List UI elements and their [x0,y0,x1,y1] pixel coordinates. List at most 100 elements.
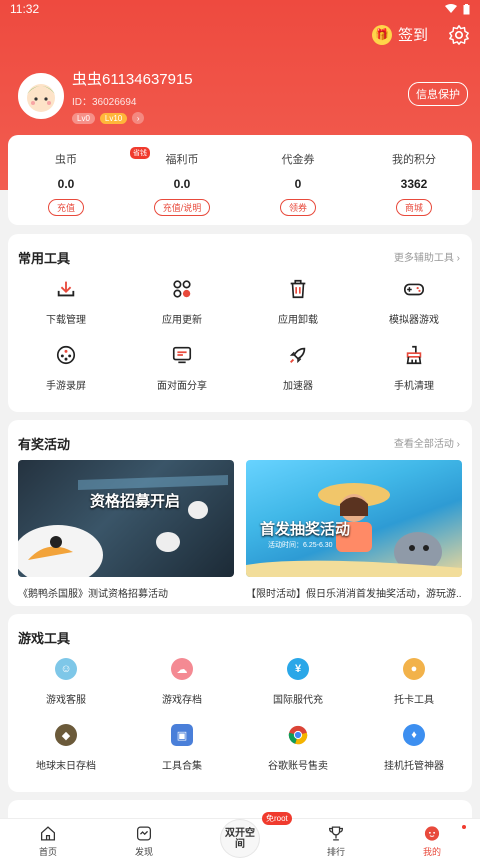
gametool-google-account[interactable]: 谷歌账号售卖 [240,724,356,772]
settings-icon[interactable] [448,24,470,46]
toca-icon: ● [403,658,425,680]
earth-game-icon: ◆ [55,724,77,746]
banner-text: 首发抽奖活动 [260,521,351,538]
user-name: 虫虫61134637915 [72,71,193,88]
gametool-auto-play[interactable]: ♦ 挂机托管神器 [356,724,472,772]
tool-accelerator[interactable]: 加速器 [240,344,356,392]
wallet-points[interactable]: 我的积分 3362 商城 [356,135,472,225]
chevron-right-icon[interactable]: › [132,112,145,124]
gametool-intl-recharge[interactable]: ¥ 国际服代充 [240,658,356,706]
gametool-earth-save[interactable]: ◆ 地球末日存档 [8,724,124,772]
dual-space-button: 双开空间 [220,819,260,858]
cloud-save-icon: ☁ [171,658,193,680]
wifi-icon [445,4,457,13]
common-tools-card: 常用工具 更多辅助工具 › 下载管理 应用更新 应用卸载 模拟器游戏 手游录屏 … [8,234,472,412]
rocket-icon [289,347,306,364]
battery-icon [463,3,470,14]
tool-label: 游戏存档 [162,695,202,706]
record-icon [56,345,76,365]
root-badge: 免root [262,812,292,825]
profile-block[interactable]: 虫虫61134637915 ID：36026694 Lv0 Lv10 › [18,68,193,124]
banner-caption[interactable]: 《鹅鸭杀国服》测试资格招募活动 [18,585,234,600]
wallet-label: 代金券 [281,154,315,166]
tool-label: 手游录屏 [46,381,86,392]
tool-label: 应用更新 [162,315,202,326]
tool-label: 模拟器游戏 [389,315,439,326]
trophy-icon [328,826,344,841]
tool-screen-record[interactable]: 手游录屏 [8,344,124,392]
tab-label: 发现 [134,847,153,857]
info-protect-button[interactable]: 信息保护 [408,82,468,106]
section-title: 有奖活动 [18,437,71,452]
tool-label: 托卡工具 [394,695,434,706]
activity-banner-goose[interactable]: 资格招募开启 [18,460,234,577]
wallet-value: 0 [294,177,302,191]
level-badge: Lv10 [99,112,128,124]
apps-update-icon [173,280,191,298]
tool-label: 游戏客服 [46,695,86,706]
tab-label: 首页 [38,847,57,857]
drop-icon: ♦ [403,724,425,746]
wallet-label: 虫币 [55,154,77,166]
tool-face-share[interactable]: 面对面分享 [124,344,240,392]
tab-label: 排行 [326,847,345,857]
tab-mine[interactable]: 我的 [384,819,480,858]
discover-icon [136,826,152,841]
vip-badge: Lv0 [72,112,95,124]
activity-card: 有奖活动 查看全部活动 › 资格招募开启 首发抽奖活动 活动时间：6.25-6.… [8,420,472,606]
wallet-value: 0.0 [173,177,191,191]
wallet-label: 福利币 [165,154,199,166]
tool-app-update[interactable]: 应用更新 [124,278,240,326]
chrome-icon [288,725,308,745]
checkin-label: 签到 [397,27,428,44]
tool-download-manager[interactable]: 下载管理 [8,278,124,326]
wallet-value: 3362 [400,177,428,191]
tool-app-uninstall[interactable]: 应用卸载 [240,278,356,326]
tool-label: 地球末日存档 [36,761,96,772]
recharge-info-button[interactable]: 充值/说明 [153,199,211,216]
yen-icon: ¥ [287,658,309,680]
profile-icon [424,826,440,841]
mall-button[interactable]: 商城 [395,199,432,216]
wallet-label: 我的积分 [392,154,436,166]
customer-service-icon: ☺ [55,658,77,680]
tab-ranking[interactable]: 排行 [288,819,384,858]
section-title: 常用工具 [18,251,71,266]
tool-label: 面对面分享 [157,381,207,392]
gametool-collection[interactable]: ▣ 工具合集 [124,724,240,772]
get-voucher-button[interactable]: 领券 [279,199,316,216]
avatar-image [27,84,55,112]
gametool-customer-service[interactable]: ☺ 游戏客服 [8,658,124,706]
gametool-toca[interactable]: ● 托卡工具 [356,658,472,706]
recharge-button[interactable]: 充值 [47,199,84,216]
tool-emulator-games[interactable]: 模拟器游戏 [356,278,472,326]
wallet-voucher[interactable]: 代金券 0 领券 [240,135,356,225]
avatar[interactable] [18,73,64,119]
tab-home[interactable]: 首页 [0,819,96,858]
wallet-value: 0.0 [57,177,75,191]
all-activities-link[interactable]: 查看全部活动 › [394,435,460,450]
activity-banner-holiday[interactable]: 首发抽奖活动 活动时间：6.25-6.30 [246,460,462,577]
tool-label: 手机清理 [394,381,434,392]
banner-caption[interactable]: 【限时活动】假日乐消消首发抽奖活动，游玩游... [246,585,462,600]
status-bar: 11:32 [0,0,480,18]
tool-label: 谷歌账号售卖 [268,761,328,772]
gamepad-icon [404,283,424,296]
tab-label: 我的 [422,847,441,857]
more-tools-link[interactable]: 更多辅助工具 › [394,249,460,264]
notification-dot [462,825,466,829]
broom-icon [406,345,422,365]
share-screen-icon [172,346,192,364]
checkin-button[interactable]: 🎁 签到 [371,24,428,45]
home-icon [40,826,56,841]
user-id: ID：36026694 [72,97,137,108]
toolbox-icon: ▣ [171,724,193,746]
wallet-coin[interactable]: 虫币 0.0 充值 [8,135,124,225]
banner-date: 活动时间：6.25-6.30 [268,542,333,549]
trash-icon [290,279,306,299]
gametool-save[interactable]: ☁ 游戏存档 [124,658,240,706]
tool-phone-clean[interactable]: 手机清理 [356,344,472,392]
banner-text: 资格招募开启 [90,493,181,510]
tab-discover[interactable]: 发现 [96,819,192,858]
section-title: 游戏工具 [18,631,71,646]
